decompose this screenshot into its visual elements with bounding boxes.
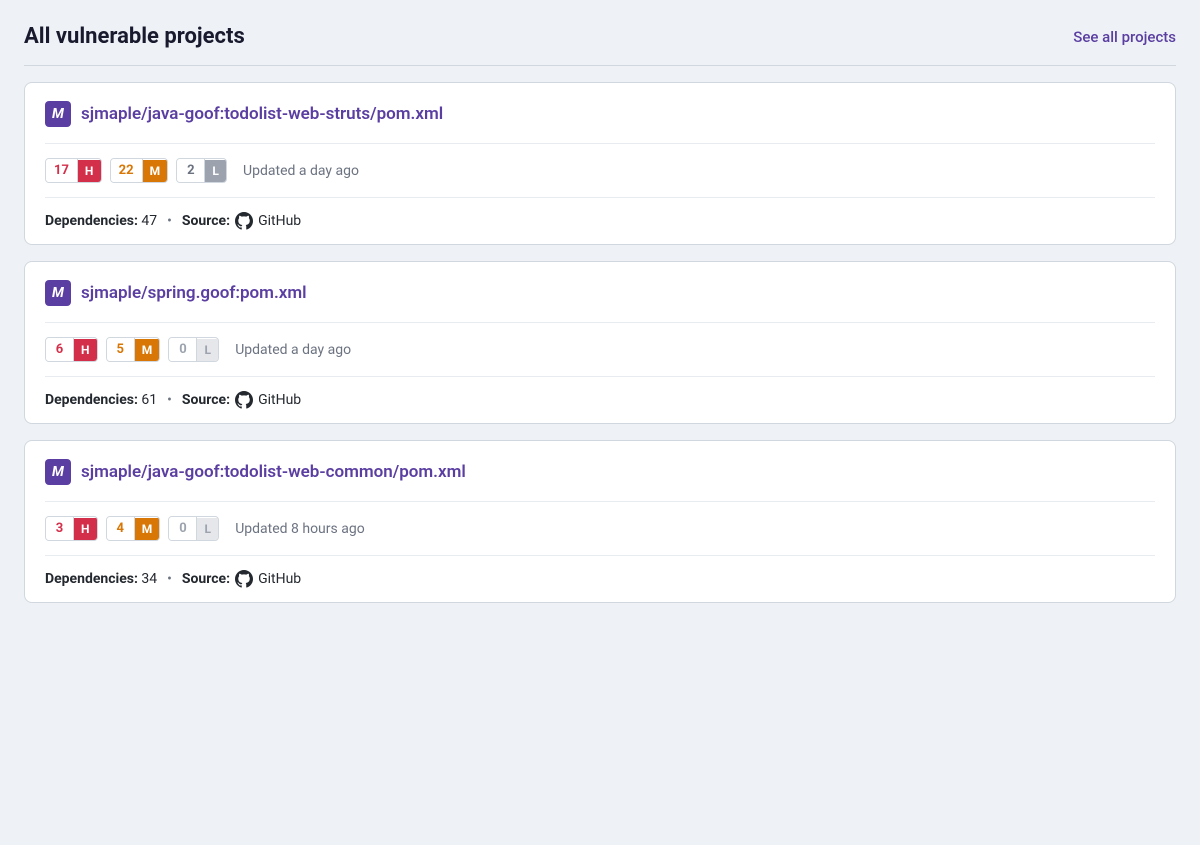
maven-icon: M: [45, 459, 71, 485]
project-link[interactable]: sjmaple/java-goof:todolist-web-common/po…: [81, 462, 466, 482]
low-badge-group: 2 L: [176, 158, 227, 183]
page-title: All vulnerable projects: [24, 24, 245, 49]
updated-text: Updated a day ago: [243, 163, 359, 179]
low-badge-group: 0 L: [168, 516, 219, 541]
card-stats-row: 6 H 5 M 0 L Updated a day ago: [25, 323, 1175, 376]
project-link[interactable]: sjmaple/java-goof:todolist-web-struts/po…: [81, 104, 443, 124]
high-badge-group: 6 H: [45, 337, 98, 362]
medium-label: M: [143, 160, 168, 182]
card-title-row: M sjmaple/spring.goof:pom.xml: [25, 262, 1175, 322]
github-icon: [235, 391, 253, 409]
low-label: L: [197, 339, 218, 361]
card-deps-row: Dependencies: 61 • Source: GitHub: [25, 377, 1175, 423]
card-title-row: M sjmaple/java-goof:todolist-web-common/…: [25, 441, 1175, 501]
medium-count: 22: [111, 159, 143, 182]
maven-icon: M: [45, 101, 71, 127]
dependencies-text: Dependencies: 47: [45, 213, 157, 229]
source-text: Source: GitHub: [182, 212, 301, 230]
high-label: H: [74, 339, 97, 361]
medium-badge-group: 22 M: [110, 158, 169, 183]
high-count: 6: [46, 338, 74, 361]
separator-dot: •: [167, 392, 172, 408]
card-title-row: M sjmaple/java-goof:todolist-web-struts/…: [25, 83, 1175, 143]
low-count: 0: [169, 517, 197, 540]
project-card-1: M sjmaple/java-goof:todolist-web-struts/…: [24, 82, 1176, 245]
high-badge-group: 17 H: [45, 158, 102, 183]
see-all-link[interactable]: See all projects: [1073, 28, 1176, 46]
card-deps-row: Dependencies: 47 • Source: GitHub: [25, 198, 1175, 244]
card-stats-row: 17 H 22 M 2 L Updated a day ago: [25, 144, 1175, 197]
low-badge-group: 0 L: [168, 337, 219, 362]
medium-count: 5: [107, 338, 135, 361]
high-count: 3: [46, 517, 74, 540]
dependencies-text: Dependencies: 34: [45, 571, 157, 587]
separator-dot: •: [167, 213, 172, 229]
high-label: H: [78, 160, 101, 182]
low-count: 2: [177, 159, 205, 182]
medium-label: M: [135, 518, 160, 540]
low-label: L: [197, 518, 218, 540]
github-icon: [235, 570, 253, 588]
card-deps-row: Dependencies: 34 • Source: GitHub: [25, 556, 1175, 602]
header-divider: [24, 65, 1176, 66]
medium-label: M: [135, 339, 160, 361]
low-label: L: [205, 160, 226, 182]
updated-text: Updated a day ago: [235, 342, 351, 358]
source-text: Source: GitHub: [182, 570, 301, 588]
maven-icon: M: [45, 280, 71, 306]
high-count: 17: [46, 159, 78, 182]
source-text: Source: GitHub: [182, 391, 301, 409]
project-card-2: M sjmaple/spring.goof:pom.xml 6 H 5 M 0 …: [24, 261, 1176, 424]
project-link[interactable]: sjmaple/spring.goof:pom.xml: [81, 283, 307, 303]
updated-text: Updated 8 hours ago: [235, 521, 364, 537]
project-card-3: M sjmaple/java-goof:todolist-web-common/…: [24, 440, 1176, 603]
projects-container: M sjmaple/java-goof:todolist-web-struts/…: [24, 82, 1176, 603]
card-stats-row: 3 H 4 M 0 L Updated 8 hours ago: [25, 502, 1175, 555]
page-header: All vulnerable projects See all projects: [24, 24, 1176, 49]
separator-dot: •: [167, 571, 172, 587]
high-badge-group: 3 H: [45, 516, 98, 541]
low-count: 0: [169, 338, 197, 361]
high-label: H: [74, 518, 97, 540]
medium-count: 4: [107, 517, 135, 540]
medium-badge-group: 4 M: [106, 516, 161, 541]
medium-badge-group: 5 M: [106, 337, 161, 362]
github-icon: [235, 212, 253, 230]
dependencies-text: Dependencies: 61: [45, 392, 157, 408]
